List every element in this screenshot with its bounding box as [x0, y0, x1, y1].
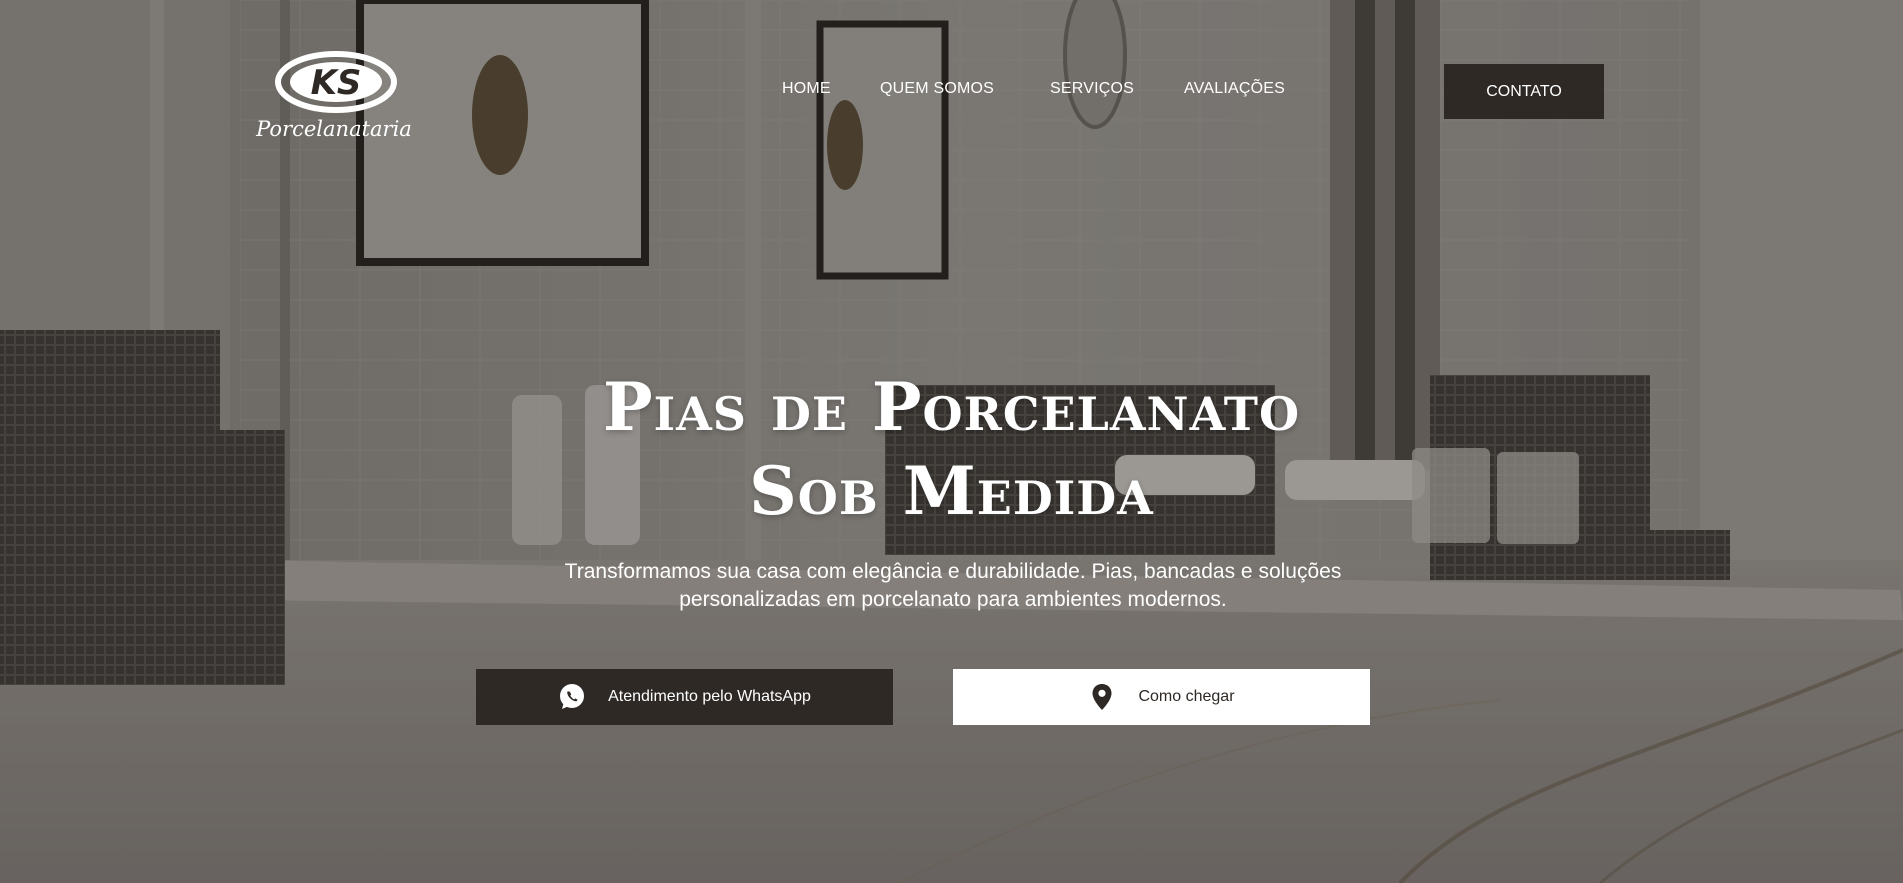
map-pin-icon	[1088, 683, 1116, 711]
ks-porcelanataria-logo[interactable]: KS Porcelanataria	[254, 50, 414, 145]
hero-subtitle: Transformamos sua casa com elegância e d…	[564, 560, 1342, 611]
hero-title-line-1: Pias de Porcelanato	[602, 368, 1301, 446]
hero-title: Pias de Porcelanato Sob Medida	[0, 365, 1903, 533]
whatsapp-button[interactable]: Atendimento pelo WhatsApp	[476, 669, 893, 725]
nav-home[interactable]: HOME	[782, 80, 831, 98]
directions-button[interactable]: Como chegar	[953, 669, 1370, 725]
hero-title-line-2: Sob Medida	[749, 452, 1154, 530]
whatsapp-icon	[558, 683, 586, 711]
directions-button-label: Como chegar	[1138, 688, 1235, 705]
nav-servicos[interactable]: SERVIÇOS	[1050, 80, 1134, 98]
logo-wordmark: Porcelanataria	[255, 117, 412, 141]
whatsapp-button-label: Atendimento pelo WhatsApp	[608, 688, 811, 705]
nav-quem-somos[interactable]: QUEM SOMOS	[880, 80, 994, 98]
contact-button[interactable]: CONTATO	[1444, 64, 1604, 119]
nav-avaliacoes[interactable]: AVALIAÇÕES	[1184, 80, 1285, 98]
logo-initials: KS	[311, 63, 362, 103]
hero-section: KS Porcelanataria HOME QUEM SOMOS SERVIÇ…	[0, 0, 1903, 883]
